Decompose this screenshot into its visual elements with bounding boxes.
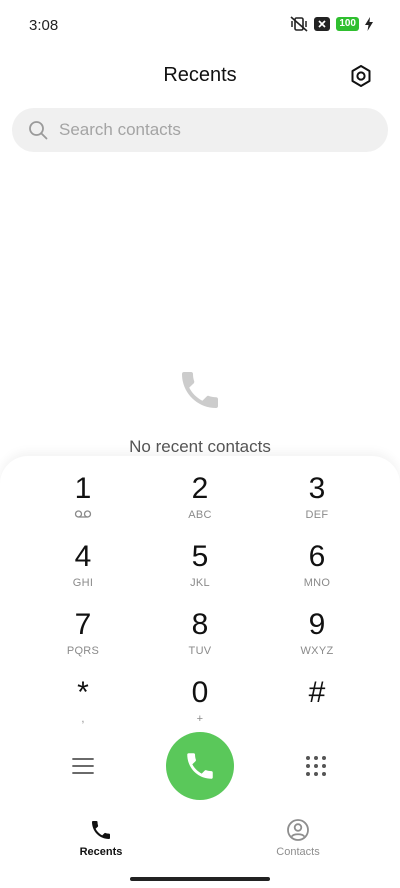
empty-state-text: No recent contacts [129,437,271,456]
menu-icon [72,758,94,774]
dialpad-toggle-button[interactable] [296,746,336,786]
battery-icon: 100 [336,17,359,31]
call-button[interactable] [166,732,234,800]
settings-button[interactable] [348,63,374,89]
dialpad-key-5[interactable]: 5 JKL [145,540,255,602]
dialpad-key-4[interactable]: 4 GHI [28,540,138,602]
phone-icon [176,366,224,414]
dialpad-key-3[interactable]: 3 DEF [262,472,372,534]
key-digit: 6 [308,540,326,573]
key-digit: 1 [74,472,92,505]
dialpad-key-8[interactable]: 8 TUV [145,608,255,670]
key-letters: DEF [305,509,329,521]
status-time: 3:08 [29,17,59,34]
dialpad-key-hash[interactable]: # [262,676,372,738]
dialpad-key-9[interactable]: 9 WXYZ [262,608,372,670]
page-title: Recents [163,64,237,86]
phone-icon [92,821,110,839]
key-digit: 3 [308,472,326,505]
person-circle-icon [287,819,309,841]
dialpad-grid-icon [306,756,326,776]
key-digit: 8 [191,608,209,641]
key-digit: 2 [191,472,209,505]
search-bar[interactable] [12,108,388,152]
home-indicator[interactable] [130,877,270,881]
key-letters: JKL [190,577,210,589]
search-icon [27,119,49,141]
voicemail-icon [74,509,92,523]
nav-contacts[interactable]: Contacts [238,818,358,858]
key-letters: + [196,713,204,725]
status-bar: 3:08 100 [0,0,400,52]
key-digit: 9 [308,608,326,641]
nav-label: Contacts [276,846,320,858]
dialpad-key-star[interactable]: * , [28,676,138,738]
key-letters: MNO [303,577,331,589]
menu-button[interactable] [63,746,103,786]
key-letters: , [81,713,85,725]
dialpad-key-1[interactable]: 1 [28,472,138,534]
status-icons: 100 [290,16,373,32]
key-digit: 7 [74,608,92,641]
key-letters: ABC [188,509,212,521]
nav-label: Recents [79,846,123,858]
key-letters: WXYZ [300,645,334,657]
vibrate-off-icon [290,16,308,32]
key-digit: 5 [191,540,209,573]
dialpad-key-0[interactable]: 0 + [145,676,255,738]
notification-x-icon [314,17,331,31]
key-digit: * [77,676,89,709]
key-letters: GHI [72,577,94,589]
key-letters: PQRS [66,645,100,657]
search-input[interactable] [57,119,361,141]
key-digit: # [308,676,326,709]
key-letters: TUV [188,645,212,657]
charging-icon [365,17,373,31]
dialpad-key-7[interactable]: 7 PQRS [28,608,138,670]
phone-icon [187,753,213,779]
key-digit: 0 [191,676,209,709]
dialpad-key-2[interactable]: 2 ABC [145,472,255,534]
key-digit: 4 [74,540,92,573]
nav-recents[interactable]: Recents [41,818,161,858]
dialpad-key-6[interactable]: 6 MNO [262,540,372,602]
settings-hexagon-icon [351,65,371,87]
